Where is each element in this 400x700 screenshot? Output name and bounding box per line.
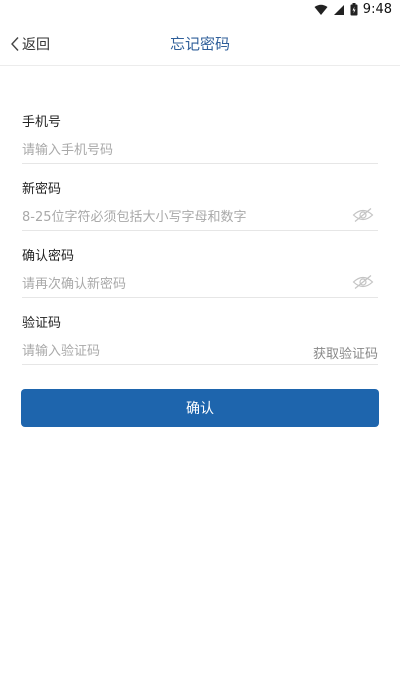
get-code-button[interactable]: 获取验证码 (313, 343, 378, 362)
confirm-password-field: 确认密码 (22, 242, 378, 309)
eye-off-icon[interactable] (352, 274, 374, 290)
new-password-input[interactable] (22, 203, 378, 231)
divider (22, 163, 378, 164)
confirm-button[interactable]: 确认 (21, 389, 379, 427)
eye-off-icon[interactable] (352, 207, 374, 223)
status-icons: 9:48 (314, 2, 392, 17)
new-password-label: 新密码 (22, 182, 62, 197)
nav-bar: 返回 忘记密码 (0, 22, 400, 66)
phone-label: 手机号 (22, 115, 62, 130)
new-password-field: 新密码 (22, 175, 378, 242)
status-time: 9:48 (362, 2, 392, 17)
confirm-password-input[interactable] (22, 270, 378, 298)
phone-input[interactable] (22, 136, 378, 164)
battery-icon (350, 3, 358, 16)
divider (22, 230, 378, 231)
status-bar: 9:48 (0, 0, 400, 22)
wifi-icon (314, 4, 328, 15)
verify-code-field: 验证码 获取验证码 (22, 309, 378, 376)
divider (22, 364, 378, 365)
page-title: 忘记密码 (169, 35, 230, 53)
divider (22, 297, 378, 298)
confirm-password-label: 确认密码 (22, 249, 75, 264)
signal-icon (333, 4, 344, 15)
phone-field: 手机号 (22, 108, 378, 175)
verify-code-label: 验证码 (22, 316, 62, 331)
reset-password-form: 手机号 新密码 确认密码 验证码 获取验证码 (22, 108, 378, 376)
